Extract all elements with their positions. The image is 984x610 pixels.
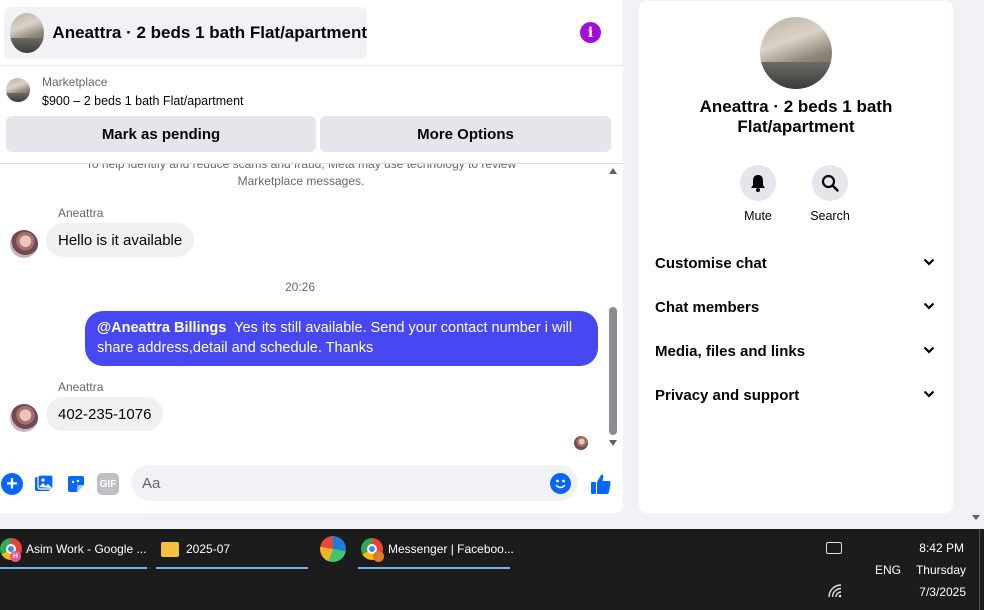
listing-avatar xyxy=(10,13,45,53)
active-indicator xyxy=(358,567,510,569)
message-sender: Aneattra xyxy=(58,380,104,394)
wifi-icon[interactable] xyxy=(828,584,842,598)
section-label: Media, files and links xyxy=(655,342,806,360)
listing-source-label: Marketplace xyxy=(42,75,108,89)
scroll-up-arrow-icon[interactable] xyxy=(609,168,617,174)
page-scrollbar[interactable] xyxy=(968,0,984,529)
profile-badge xyxy=(373,551,384,562)
listing-title: $900 – 2 beds 1 bath Flat/apartment xyxy=(42,94,244,108)
section-label: Customise chat xyxy=(655,254,767,272)
scrollbar-thumb[interactable] xyxy=(609,307,617,435)
edge-icon xyxy=(320,536,346,562)
taskbar-app-messenger[interactable]: Messenger | Faceboo... xyxy=(358,529,514,569)
mark-as-pending-button[interactable]: Mark as pending xyxy=(6,116,316,152)
taskbar-app-label: Asim Work - Google ... xyxy=(26,542,147,556)
gallery-icon[interactable] xyxy=(33,473,55,495)
active-indicator xyxy=(0,567,147,569)
keyboard-icon[interactable] xyxy=(826,542,842,554)
thumbs-up-icon[interactable] xyxy=(589,472,613,496)
plus-icon[interactable]: + xyxy=(1,473,23,495)
listing-banner[interactable]: Marketplace $900 – 2 beds 1 bath Flat/ap… xyxy=(0,66,623,112)
search-icon xyxy=(812,165,848,201)
chat-header: Aneattra · 2 beds 1 bath Flat/apartment … xyxy=(0,0,623,66)
sticker-icon[interactable] xyxy=(65,473,87,495)
scroll-down-arrow-icon[interactable] xyxy=(972,515,980,520)
section-privacy-support[interactable]: Privacy and support xyxy=(639,373,953,417)
taskbar: H Asim Work - Google ... 2025-07 Messeng… xyxy=(0,529,984,610)
bell-icon xyxy=(740,165,776,201)
profile-badge: H xyxy=(10,551,21,562)
active-indicator xyxy=(156,567,308,569)
mute-button[interactable]: Mute xyxy=(738,165,778,223)
chat-details-panel: Aneattra · 2 beds 1 bath Flat/apartment … xyxy=(639,1,953,513)
listing-thumbnail xyxy=(6,78,30,102)
language-indicator[interactable]: ENG xyxy=(875,563,901,577)
taskbar-app-chrome-work[interactable]: H Asim Work - Google ... xyxy=(0,529,147,569)
message-timestamp: 20:26 xyxy=(284,280,316,294)
clock-time[interactable]: 8:42 PM xyxy=(900,541,964,555)
clock-day[interactable]: Thursday xyxy=(900,563,966,577)
folder-icon xyxy=(161,541,179,557)
chat-title-button[interactable]: Aneattra · 2 beds 1 bath Flat/apartment xyxy=(4,7,367,59)
incoming-message[interactable]: 402-235-1076 xyxy=(46,397,164,431)
message-sender: Aneattra xyxy=(58,206,104,220)
taskbar-app-file-explorer[interactable]: 2025-07 xyxy=(156,529,308,569)
chat-title: Aneattra · 2 beds 1 bath Flat/apartment xyxy=(52,23,367,42)
search-button[interactable]: Search xyxy=(810,165,850,223)
mute-label: Mute xyxy=(744,209,772,223)
composer: + GIF xyxy=(0,460,623,513)
clock-date[interactable]: 7/3/2025 xyxy=(900,585,966,599)
message-input[interactable] xyxy=(131,465,578,501)
chevron-down-icon xyxy=(923,258,935,266)
chat-panel: Aneattra · 2 beds 1 bath Flat/apartment … xyxy=(0,0,623,513)
message-scrollbar[interactable] xyxy=(606,164,621,460)
scroll-down-arrow-icon[interactable] xyxy=(609,440,617,446)
info-icon[interactable]: i xyxy=(580,22,601,43)
seen-indicator-avatar xyxy=(574,436,588,450)
emoji-icon[interactable] xyxy=(550,473,571,494)
taskbar-app-label: Messenger | Faceboo... xyxy=(388,542,514,556)
search-label: Search xyxy=(810,209,850,223)
avatar[interactable] xyxy=(10,404,38,432)
message-list[interactable]: To help identify and reduce scams and fr… xyxy=(0,163,623,460)
chevron-down-icon xyxy=(923,346,935,354)
gif-icon[interactable]: GIF xyxy=(97,473,119,495)
show-desktop-button[interactable] xyxy=(979,529,984,610)
mention-link[interactable]: @Aneattra Billings xyxy=(97,320,226,336)
details-title: Aneattra · 2 beds 1 bath Flat/apartment xyxy=(699,97,893,136)
section-chat-members[interactable]: Chat members xyxy=(639,285,953,329)
incoming-message[interactable]: Hello is it available xyxy=(46,223,195,257)
more-options-button[interactable]: More Options xyxy=(320,116,611,152)
section-customise-chat[interactable]: Customise chat xyxy=(639,241,953,285)
privacy-notice: To help identify and reduce scams and fr… xyxy=(85,163,517,188)
outgoing-message[interactable]: @Aneattra Billings Yes its still availab… xyxy=(85,311,598,366)
section-media-files-links[interactable]: Media, files and links xyxy=(639,329,953,373)
chevron-down-icon xyxy=(923,302,935,310)
listing-avatar-large[interactable] xyxy=(760,17,832,89)
chevron-down-icon xyxy=(923,390,935,398)
section-label: Privacy and support xyxy=(655,386,800,404)
avatar[interactable] xyxy=(10,230,38,258)
section-label: Chat members xyxy=(655,298,760,316)
taskbar-app-label: 2025-07 xyxy=(186,542,231,556)
taskbar-app-edge[interactable] xyxy=(318,529,348,569)
